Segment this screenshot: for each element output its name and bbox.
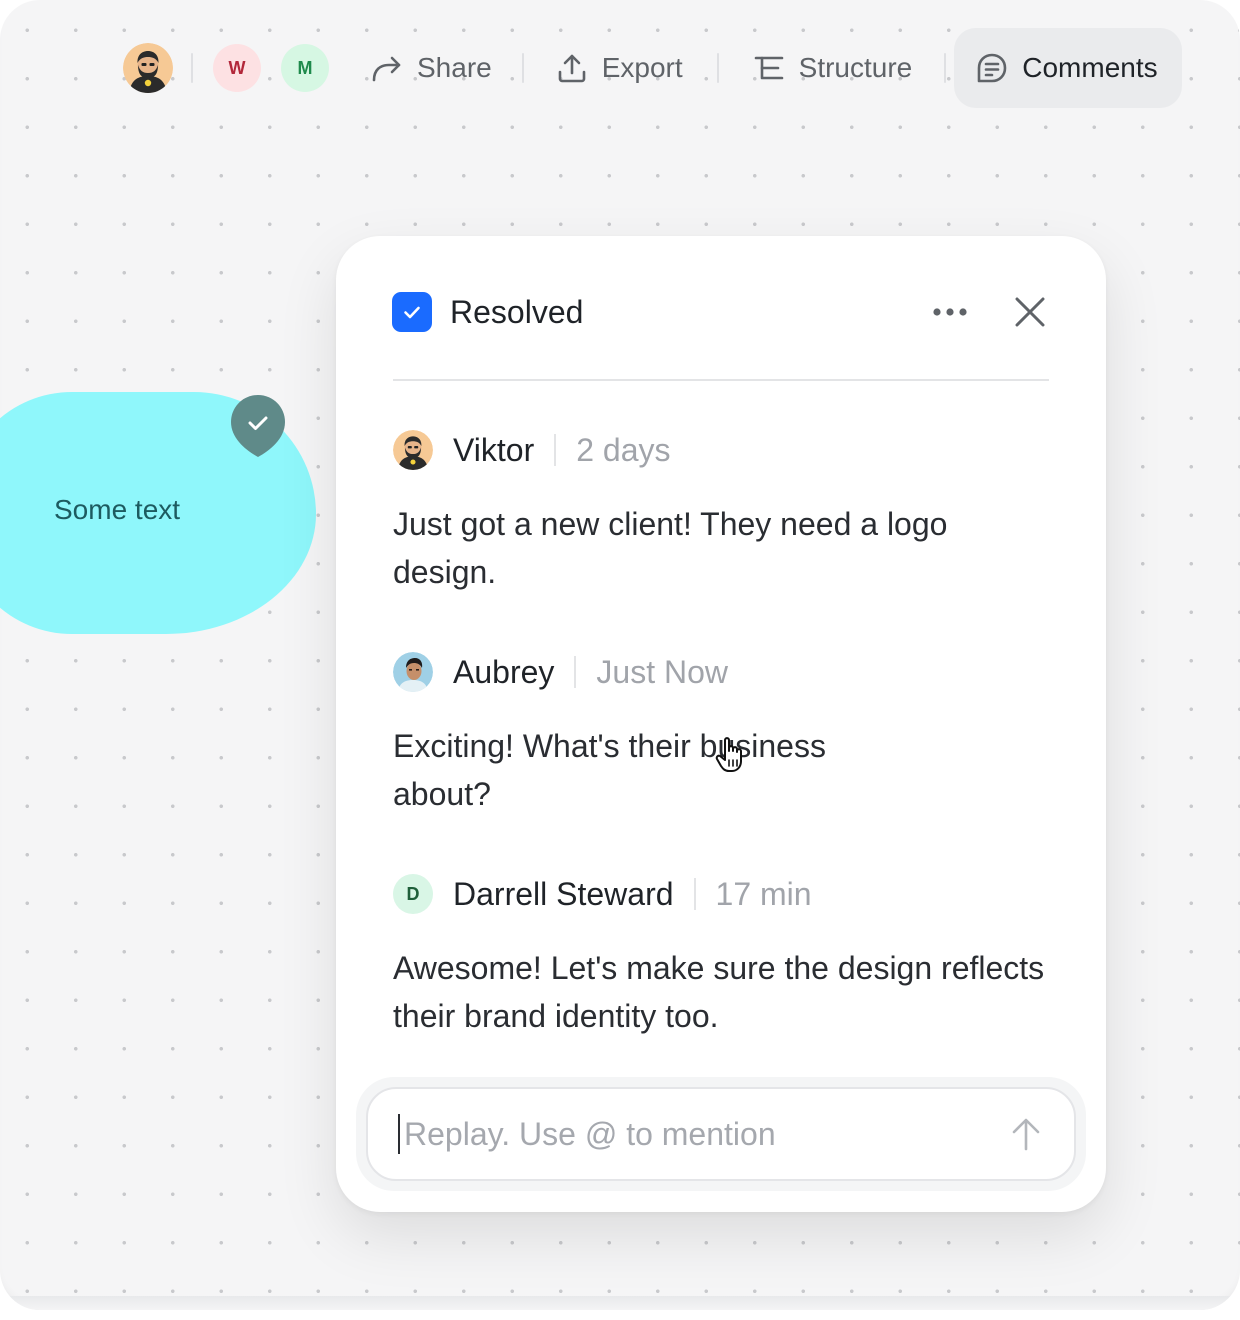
close-button[interactable]: [1010, 292, 1050, 332]
structure-tree-icon: [753, 54, 785, 82]
toolbar-divider: [944, 53, 947, 83]
comment-header: Viktor 2 days: [393, 430, 1049, 470]
toolbar-divider: [716, 53, 719, 83]
comments-bubble-icon: [976, 52, 1008, 84]
send-button[interactable]: [1004, 1112, 1048, 1156]
comment-text: Awesome! Let's make sure the design refl…: [393, 950, 1045, 1034]
share-label: Share: [417, 52, 492, 83]
comment-time: 17 min: [715, 875, 812, 912]
collaborator-avatar-m[interactable]: M: [281, 44, 329, 92]
top-toolbar: W M Share Export Structure Comments: [120, 28, 1182, 108]
header-divider: [393, 379, 1049, 381]
close-icon: [1015, 297, 1045, 327]
structure-label: Structure: [798, 52, 913, 83]
comments-button[interactable]: Comments: [954, 28, 1182, 108]
whiteboard-canvas[interactable]: W M Share Export Structure Comments Some…: [0, 0, 1240, 1310]
author-name: Viktor: [453, 431, 535, 468]
more-dots-icon: [933, 308, 967, 316]
reply-box[interactable]: [366, 1087, 1076, 1181]
comment-time: Just Now: [596, 653, 728, 690]
meta-divider: [574, 656, 577, 688]
canvas-bottom-edge: [0, 1296, 1240, 1310]
author-name: Aubrey: [453, 653, 555, 690]
resolved-label: Resolved: [450, 293, 584, 330]
structure-button[interactable]: Structure: [749, 28, 917, 108]
export-label: Export: [601, 52, 683, 83]
panel-header: Resolved: [392, 292, 1050, 332]
arrow-up-icon: [1012, 1118, 1040, 1151]
toolbar-divider: [191, 53, 193, 83]
comments-label: Comments: [1022, 52, 1158, 83]
comment-time: 2 days: [576, 431, 671, 468]
comment-thread-panel: Resolved Viktor 2 days Just got a new cl…: [336, 236, 1106, 1212]
comment-item: D Darrell Steward 17 min Awesome! Let's …: [393, 874, 1049, 1040]
comment-pin[interactable]: [229, 393, 287, 459]
comment-item: Viktor 2 days Just got a new client! The…: [393, 430, 1049, 596]
resolved-checkbox[interactable]: [392, 292, 432, 332]
meta-divider: [693, 878, 696, 910]
comment-item: Aubrey Just Now Exciting! What's their b…: [393, 652, 1049, 818]
meta-divider: [554, 434, 557, 466]
user-avatar[interactable]: [123, 43, 173, 93]
export-upload-icon: [556, 52, 588, 84]
reply-area: [356, 1077, 1086, 1191]
export-button[interactable]: Export: [552, 28, 687, 108]
comment-text: Exciting! What's their business about?: [393, 728, 826, 812]
author-name: Darrell Steward: [453, 875, 674, 912]
more-options-button[interactable]: [926, 292, 976, 332]
author-avatar[interactable]: [393, 430, 433, 470]
share-arrow-icon: [371, 53, 403, 83]
share-button[interactable]: Share: [367, 28, 496, 108]
comment-text: Just got a new client! They need a logo …: [393, 506, 948, 590]
reply-input[interactable]: [398, 1114, 1004, 1154]
author-avatar[interactable]: [393, 652, 433, 692]
collaborator-avatar-w[interactable]: W: [213, 44, 261, 92]
canvas-shape-text[interactable]: Some text: [54, 494, 180, 526]
toolbar-divider: [521, 53, 524, 83]
checkmark-icon: [404, 306, 420, 319]
comment-header: D Darrell Steward 17 min: [393, 874, 1049, 914]
comment-header: Aubrey Just Now: [393, 652, 1049, 692]
author-avatar[interactable]: D: [393, 874, 433, 914]
